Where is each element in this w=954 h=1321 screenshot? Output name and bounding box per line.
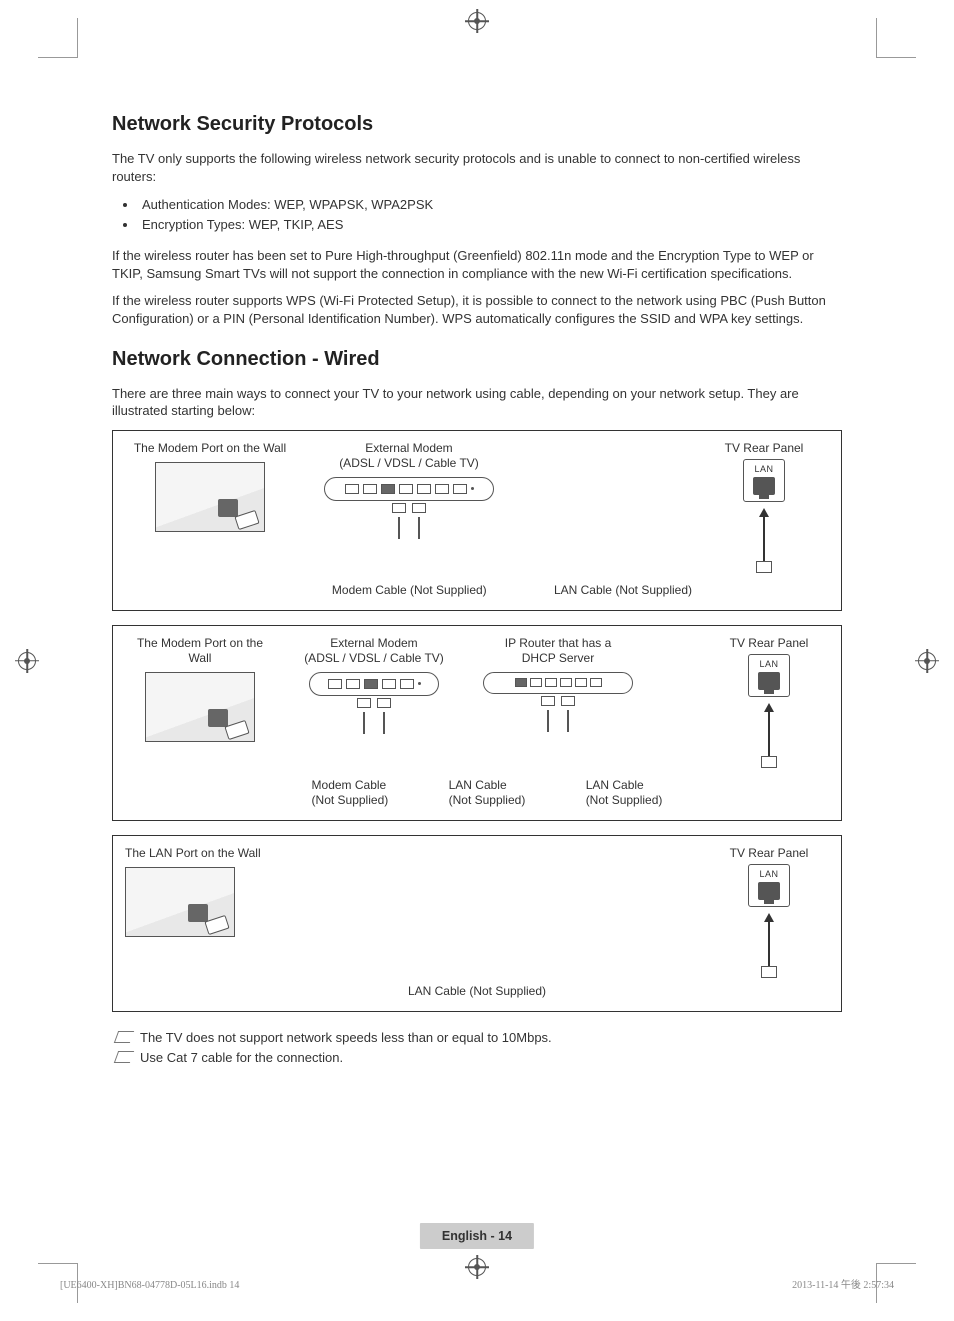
lan-port-icon: LAN xyxy=(748,864,790,907)
label-lan-cable: LAN Cable (Not Supplied) xyxy=(554,583,692,598)
modem-icon xyxy=(309,672,439,696)
page-footer-tab: English - 14 xyxy=(420,1223,534,1249)
bullet-list: Authentication Modes: WEP, WPAPSK, WPA2P… xyxy=(138,195,842,235)
label-lan-port-wall: The LAN Port on the Wall xyxy=(125,846,261,861)
label-modem-port-wall: The Modem Port on the Wall xyxy=(125,636,275,666)
cable-plug-icon xyxy=(761,756,777,768)
label-modem-cable: Modem Cable (Not Supplied) xyxy=(332,583,487,598)
lan-port-icon: LAN xyxy=(743,459,785,502)
paragraph-wired-intro: There are three main ways to connect you… xyxy=(112,385,842,420)
label-tv-rear: TV Rear Panel xyxy=(730,636,809,650)
modem-icon xyxy=(324,477,494,501)
heading-wired-connection: Network Connection - Wired xyxy=(112,348,842,371)
paragraph-intro: The TV only supports the following wirel… xyxy=(112,150,842,185)
registration-mark-top xyxy=(468,12,486,30)
note-cat7: Use Cat 7 cable for the connection. xyxy=(112,1048,842,1069)
cable-plug-icon xyxy=(756,561,772,573)
page-content: Network Security Protocols The TV only s… xyxy=(112,105,842,1211)
doc-reference: [UE6400-XH]BN68-04778D-05L16.indb 14 xyxy=(60,1280,239,1291)
registration-mark-left xyxy=(18,652,36,670)
bullet-encryption-types: Encryption Types: WEP, TKIP, AES xyxy=(138,215,842,235)
label-lan-cable: LAN Cable (Not Supplied) xyxy=(408,984,546,998)
arrow-up-icon xyxy=(764,703,774,712)
label-router: IP Router that has a DHCP Server xyxy=(505,636,612,666)
label-external-modem: External Modem (ADSL / VDSL / Cable TV) xyxy=(339,441,479,471)
wall-plate-icon xyxy=(155,462,265,532)
diagram-1: The Modem Port on the Wall External Mode… xyxy=(112,430,842,611)
doc-timestamp: 2013-11-14 午後 2:57:34 xyxy=(792,1276,894,1291)
label-external-modem: External Modem (ADSL / VDSL / Cable TV) xyxy=(304,636,444,666)
lan-port-icon: LAN xyxy=(748,654,790,697)
wall-plate-icon xyxy=(145,672,255,742)
crop-mark-tl xyxy=(38,18,78,58)
cable-plug-icon xyxy=(761,966,777,978)
label-lan-cable-2line: LAN Cable(Not Supplied) xyxy=(449,778,526,808)
router-icon xyxy=(483,672,633,694)
wall-plate-icon xyxy=(125,867,235,937)
diagram-3: The LAN Port on the Wall TV Rear Panel L… xyxy=(112,835,842,1012)
arrow-up-icon xyxy=(759,508,769,517)
heading-security-protocols: Network Security Protocols xyxy=(112,113,842,136)
note-icon xyxy=(116,1031,132,1043)
crop-mark-tr xyxy=(876,18,916,58)
label-modem-port-wall: The Modem Port on the Wall xyxy=(134,441,286,456)
paragraph-greenfield: If the wireless router has been set to P… xyxy=(112,247,842,282)
label-modem-cable-2line: Modem Cable(Not Supplied) xyxy=(312,778,389,808)
diagram-2: The Modem Port on the Wall External Mode… xyxy=(112,625,842,821)
label-lan-cable-2line: LAN Cable(Not Supplied) xyxy=(586,778,663,808)
paragraph-wps: If the wireless router supports WPS (Wi-… xyxy=(112,292,842,327)
label-tv-rear: TV Rear Panel xyxy=(725,441,804,455)
registration-mark-right xyxy=(918,652,936,670)
arrow-up-icon xyxy=(764,913,774,922)
note-speed: The TV does not support network speeds l… xyxy=(112,1028,842,1049)
note-icon xyxy=(116,1051,132,1063)
registration-mark-bottom xyxy=(468,1258,486,1276)
notes-block: The TV does not support network speeds l… xyxy=(112,1028,842,1070)
label-tv-rear: TV Rear Panel xyxy=(730,846,809,860)
bullet-auth-modes: Authentication Modes: WEP, WPAPSK, WPA2P… xyxy=(138,195,842,215)
